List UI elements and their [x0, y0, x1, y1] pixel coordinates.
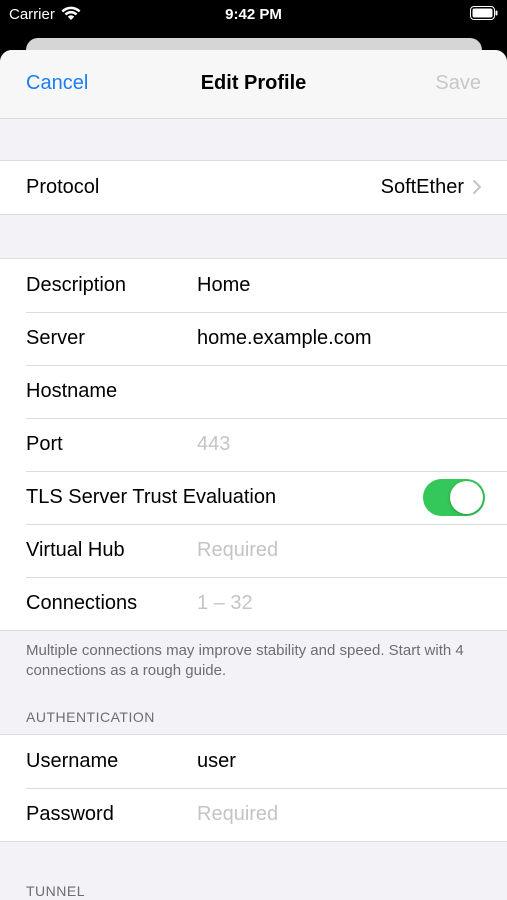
- chevron-right-icon: [471, 178, 483, 196]
- save-button[interactable]: Save: [435, 72, 481, 95]
- tls-row: TLS Server Trust Evaluation: [0, 471, 507, 524]
- status-bar: Carrier 9:42 PM: [0, 0, 507, 30]
- connections-field[interactable]: 1 – 32: [197, 592, 253, 615]
- description-row[interactable]: Description Home: [0, 259, 507, 312]
- protocol-group: Protocol SoftEther: [0, 160, 507, 215]
- port-row[interactable]: Port 443: [0, 418, 507, 471]
- virtual-hub-label: Virtual Hub: [26, 539, 125, 561]
- protocol-value: SoftEther: [380, 176, 464, 198]
- username-label: Username: [26, 750, 119, 772]
- port-field[interactable]: 443: [197, 433, 230, 456]
- connection-group: Description Home Server home.example.com…: [0, 258, 507, 631]
- protocol-row[interactable]: Protocol SoftEther: [0, 161, 507, 214]
- virtual-hub-row[interactable]: Virtual Hub Required: [0, 524, 507, 577]
- hostname-row[interactable]: Hostname: [0, 365, 507, 418]
- connections-row[interactable]: Connections 1 – 32: [0, 577, 507, 630]
- tls-label: TLS Server Trust Evaluation: [26, 486, 277, 508]
- tunnel-header: TUNNEL: [26, 883, 86, 899]
- description-label: Description: [26, 274, 127, 296]
- server-field[interactable]: home.example.com: [197, 327, 372, 350]
- toggle-knob: [450, 481, 483, 514]
- protocol-label: Protocol: [26, 176, 100, 198]
- authentication-group: Username user Password Required: [0, 734, 507, 842]
- username-row[interactable]: Username user: [0, 735, 507, 788]
- server-label: Server: [26, 327, 85, 349]
- navigation-bar: Cancel Edit Profile Save: [0, 50, 507, 119]
- hostname-label: Hostname: [26, 380, 118, 402]
- battery-icon: [470, 6, 498, 20]
- username-field[interactable]: user: [197, 750, 236, 773]
- port-label: Port: [26, 433, 63, 455]
- connections-footer: Multiple connections may improve stabili…: [26, 642, 464, 679]
- tls-toggle[interactable]: [423, 479, 485, 516]
- virtual-hub-field[interactable]: Required: [197, 539, 278, 562]
- password-label: Password: [26, 803, 114, 825]
- connections-label: Connections: [26, 592, 138, 614]
- password-field[interactable]: Required: [197, 803, 278, 826]
- server-row[interactable]: Server home.example.com: [0, 312, 507, 365]
- page-title: Edit Profile: [200, 72, 307, 94]
- password-row[interactable]: Password Required: [0, 788, 507, 841]
- edit-profile-sheet: Cancel Edit Profile Save Protocol SoftEt…: [0, 50, 507, 900]
- authentication-header: AUTHENTICATION: [26, 709, 155, 725]
- clock: 9:42 PM: [225, 6, 282, 23]
- description-field[interactable]: Home: [197, 274, 250, 297]
